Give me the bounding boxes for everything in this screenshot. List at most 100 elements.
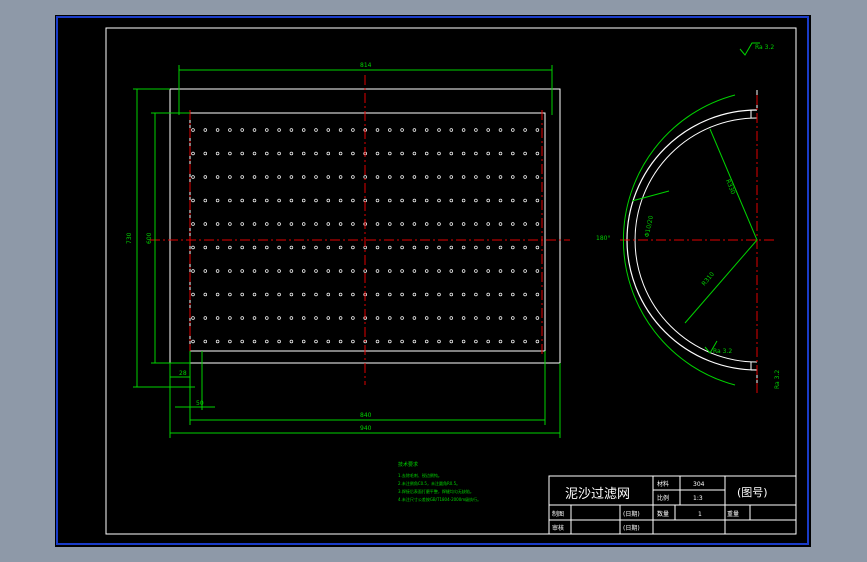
perforation-hole xyxy=(215,316,220,320)
perforation-hole xyxy=(277,198,281,203)
perforation-hole xyxy=(240,339,244,344)
note-3: 3.焊接后表面打磨平整，焊缝均匀无缺陷。 xyxy=(398,488,474,494)
perforation-hole xyxy=(265,175,269,179)
perforation-hole xyxy=(301,339,306,344)
perforation-hole xyxy=(461,316,466,320)
perforation-hole xyxy=(314,222,318,226)
perforation-hole xyxy=(375,292,380,297)
perforation-hole xyxy=(375,175,380,179)
perforation-hole xyxy=(265,128,269,132)
perforation-hole xyxy=(437,198,441,203)
perforation-hole xyxy=(338,316,343,320)
perforation-hole xyxy=(523,175,527,179)
dim-bottom-inner: 840 xyxy=(360,412,372,419)
dim-height-outer: 730 xyxy=(126,232,133,244)
perforation-hole xyxy=(326,151,331,156)
perforation-hole xyxy=(375,198,380,203)
perforation-hole xyxy=(437,316,441,320)
perforation-hole xyxy=(511,269,515,273)
perforation-hole xyxy=(400,316,404,320)
perforation-hole xyxy=(424,269,429,273)
perforation-hole xyxy=(523,128,527,132)
perforation-hole xyxy=(535,175,540,179)
perforation-hole xyxy=(388,316,392,320)
perforation-hole xyxy=(511,245,515,250)
perforation-hole xyxy=(351,198,355,203)
perforation-hole xyxy=(240,151,244,156)
perforation-hole xyxy=(289,175,294,179)
perforation-hole xyxy=(215,128,220,132)
note-4: 4.未注尺寸公差按GB/T1804-2000m级执行。 xyxy=(398,496,481,502)
perforation-hole xyxy=(535,151,540,156)
perforation-hole xyxy=(351,151,355,156)
perforation-hole xyxy=(511,175,515,179)
perforation-hole xyxy=(228,292,232,297)
perforation-hole xyxy=(412,175,417,179)
perforation-hole xyxy=(314,151,318,156)
front-dimension-text: 814 840 940 730 600 28 50 xyxy=(126,62,372,432)
perforation-hole xyxy=(461,151,466,156)
perforation-hole xyxy=(265,151,269,156)
perforation-hole xyxy=(289,339,294,344)
perforation-hole xyxy=(314,339,318,344)
dim-top-width: 814 xyxy=(360,62,372,69)
perforation-hole xyxy=(412,151,417,156)
perforation-hole xyxy=(351,269,355,273)
perforation-hole xyxy=(265,222,269,226)
perforation-hole xyxy=(461,198,466,203)
perforation-hole xyxy=(265,316,269,320)
perforation-hole xyxy=(424,245,429,250)
perforation-hole xyxy=(265,198,269,203)
perforation-hole xyxy=(326,269,331,273)
perforation-hole xyxy=(301,151,306,156)
perforation-hole xyxy=(535,269,540,273)
perforation-hole xyxy=(215,339,220,344)
perforation-hole xyxy=(375,269,380,273)
perforation-hole xyxy=(449,245,454,250)
perforation-hole xyxy=(351,128,355,132)
perforation-hole xyxy=(289,128,294,132)
perforation-hole xyxy=(412,269,417,273)
perforation-hole xyxy=(388,128,392,132)
perforation-hole xyxy=(375,245,380,250)
dim-margin-b: 50 xyxy=(196,400,204,407)
perforation-hole xyxy=(277,222,281,226)
perforation-hole xyxy=(191,175,195,179)
drawing-number: (图号) xyxy=(737,486,768,499)
perforation-hole xyxy=(191,198,195,203)
perforation-hole xyxy=(388,175,392,179)
perforation-hole xyxy=(191,245,195,250)
perforation-hole xyxy=(424,151,429,156)
perforation-hole xyxy=(252,175,257,179)
perforation-hole xyxy=(203,316,208,320)
perforation-hole xyxy=(191,316,195,320)
perforation-hole xyxy=(486,316,490,320)
perforation-hole xyxy=(424,198,429,203)
radius-line-2 xyxy=(684,239,758,324)
perforation-hole xyxy=(523,151,527,156)
perforation-hole xyxy=(400,151,404,156)
perforation-hole xyxy=(338,175,343,179)
perforation-hole xyxy=(535,198,540,203)
perforation-hole xyxy=(215,151,220,156)
perforation-hole xyxy=(535,245,540,250)
perforation-hole xyxy=(474,292,478,297)
perforation-hole xyxy=(424,316,429,320)
perforation-hole xyxy=(351,292,355,297)
perforation-hole xyxy=(252,151,257,156)
checked-date: (日期) xyxy=(623,524,640,532)
perforation-hole xyxy=(511,222,515,226)
perforation-hole xyxy=(265,245,269,250)
perforation-hole xyxy=(289,151,294,156)
perforation-hole xyxy=(215,198,220,203)
perforation-hole xyxy=(228,175,232,179)
perforation-hole xyxy=(240,128,244,132)
perforation-hole xyxy=(400,222,404,226)
perforation-hole xyxy=(301,175,306,179)
perforation-hole xyxy=(363,175,367,179)
perforation-hole xyxy=(228,269,232,273)
perforation-hole xyxy=(252,292,257,297)
dim-bottom-outer: 940 xyxy=(360,425,372,432)
perforation-hole xyxy=(535,292,540,297)
perforation-hole xyxy=(338,292,343,297)
